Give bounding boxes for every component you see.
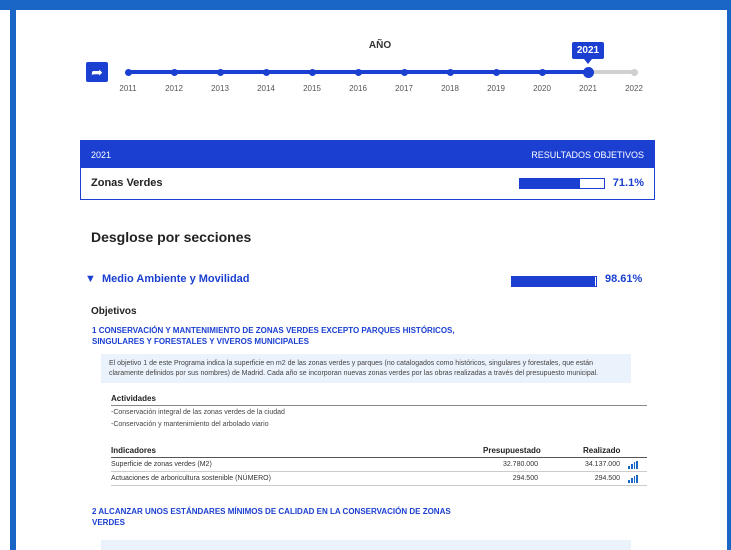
indicators-header-name: Indicadores — [111, 446, 156, 455]
objective-1-number: 1 — [92, 326, 97, 335]
top-frame-bar — [0, 0, 731, 10]
objective-1-title: 1 CONSERVACIÓN Y MANTENIMIENTO DE ZONAS … — [92, 325, 472, 347]
indicator-achieved: 294.500 — [594, 475, 620, 482]
indicators-header-budgeted: Presupuestado — [483, 446, 541, 455]
indicator-achieved: 34.137.000 — [584, 461, 620, 468]
indicators-header-achieved: Realizado — [583, 446, 621, 455]
timeline-year-dot[interactable] — [354, 68, 362, 76]
activity-item: -Conservación integral de las zonas verd… — [111, 409, 285, 416]
timeline-title: AÑO — [368, 40, 392, 51]
summary-row: Zonas Verdes 71.1% — [81, 168, 654, 198]
indicators-header-divider — [111, 457, 647, 458]
area-progress-fill — [512, 277, 595, 286]
summary-program-name: Zonas Verdes — [91, 177, 163, 189]
timeline-year-dot[interactable] — [538, 68, 546, 76]
timeline-year-label[interactable]: 2018 — [435, 84, 465, 93]
timeline-year-label[interactable]: 2021 — [573, 84, 603, 93]
right-frame-bar — [727, 10, 731, 550]
timeline-year-label[interactable]: 2011 — [113, 84, 143, 93]
indicator-budgeted: 294.500 — [512, 475, 538, 482]
summary-year: 2021 — [91, 149, 112, 160]
summary-results-label: RESULTADOS OBJETIVOS — [531, 149, 644, 160]
share-button[interactable]: ➦ — [86, 62, 108, 82]
selected-year-badge: 2021 — [572, 42, 604, 59]
objective-1-text: CONSERVACIÓN Y MANTENIMIENTO DE ZONAS VE… — [92, 326, 455, 346]
objective-2-title: 2 ALCANZAR UNOS ESTÁNDARES MÍNIMOS DE CA… — [92, 506, 452, 528]
caret-down-icon[interactable]: ▼ — [85, 273, 96, 285]
indicator-row-divider — [111, 485, 647, 486]
timeline-year-label[interactable]: 2020 — [527, 84, 557, 93]
bar-chart-icon[interactable] — [628, 461, 638, 469]
timeline-year-dot[interactable] — [170, 68, 178, 76]
activity-item: -Conservación y mantenimiento del arbola… — [111, 421, 269, 428]
timeline-year-dot[interactable] — [262, 68, 270, 76]
area-toggle-row[interactable]: ▼ Medio Ambiente y Movilidad 98.61% — [85, 272, 645, 288]
timeline-track-inactive — [588, 70, 634, 74]
area-progress-bar — [511, 276, 597, 287]
area-name[interactable]: Medio Ambiente y Movilidad — [102, 273, 250, 285]
timeline-year-dot[interactable] — [446, 68, 454, 76]
timeline-year-label[interactable]: 2017 — [389, 84, 419, 93]
timeline-year-dot[interactable] — [216, 68, 224, 76]
timeline-year-label[interactable]: 2022 — [619, 84, 649, 93]
share-arrow-icon: ➦ — [91, 64, 103, 80]
timeline-year-dot[interactable] — [400, 68, 408, 76]
timeline-year-label[interactable]: 2013 — [205, 84, 235, 93]
objective-2-description — [101, 540, 631, 550]
breakdown-title: Desglose por secciones — [91, 229, 252, 245]
timeline-year-dot[interactable] — [308, 68, 316, 76]
objectives-title: Objetivos — [91, 306, 137, 317]
summary-percent: 71.1% — [612, 177, 644, 189]
indicator-name: Actuaciones de arboricultura sostenible … — [111, 475, 271, 482]
bar-chart-icon[interactable] — [628, 475, 638, 483]
activities-title: Actividades — [111, 394, 156, 403]
timeline-year-dot[interactable] — [124, 68, 132, 76]
indicator-name: Superficie de zonas verdes (M2) — [111, 461, 212, 468]
timeline-year-label[interactable]: 2012 — [159, 84, 189, 93]
indicator-budgeted: 32.780.000 — [502, 461, 538, 468]
timeline-year-dot[interactable] — [492, 68, 500, 76]
timeline-year-dot[interactable] — [582, 66, 594, 78]
selected-year-badge-pointer — [584, 59, 592, 64]
left-frame-bar — [10, 10, 16, 550]
activities-divider — [111, 405, 647, 406]
indicator-row-divider — [111, 471, 647, 472]
objective-2-number: 2 — [92, 507, 97, 516]
timeline-year-label[interactable]: 2016 — [343, 84, 373, 93]
summary-progress-fill — [519, 178, 580, 188]
objective-1-description: El objetivo 1 de este Programa indica la… — [101, 354, 631, 383]
results-summary: 2021 RESULTADOS OBJETIVOS Zonas Verdes 7… — [80, 140, 655, 200]
timeline-year-label[interactable]: 2014 — [251, 84, 281, 93]
summary-progress-bar — [518, 177, 605, 189]
timeline-year-label[interactable]: 2015 — [297, 84, 327, 93]
timeline-year-label[interactable]: 2019 — [481, 84, 511, 93]
objective-2-text: ALCANZAR UNOS ESTÁNDARES MÍNIMOS DE CALI… — [92, 507, 451, 527]
area-percent: 98.61% — [605, 273, 643, 285]
results-summary-header: 2021 RESULTADOS OBJETIVOS — [81, 141, 654, 168]
timeline-year-dot[interactable] — [630, 68, 638, 76]
summary-progress-group: 71.1% — [518, 177, 644, 189]
